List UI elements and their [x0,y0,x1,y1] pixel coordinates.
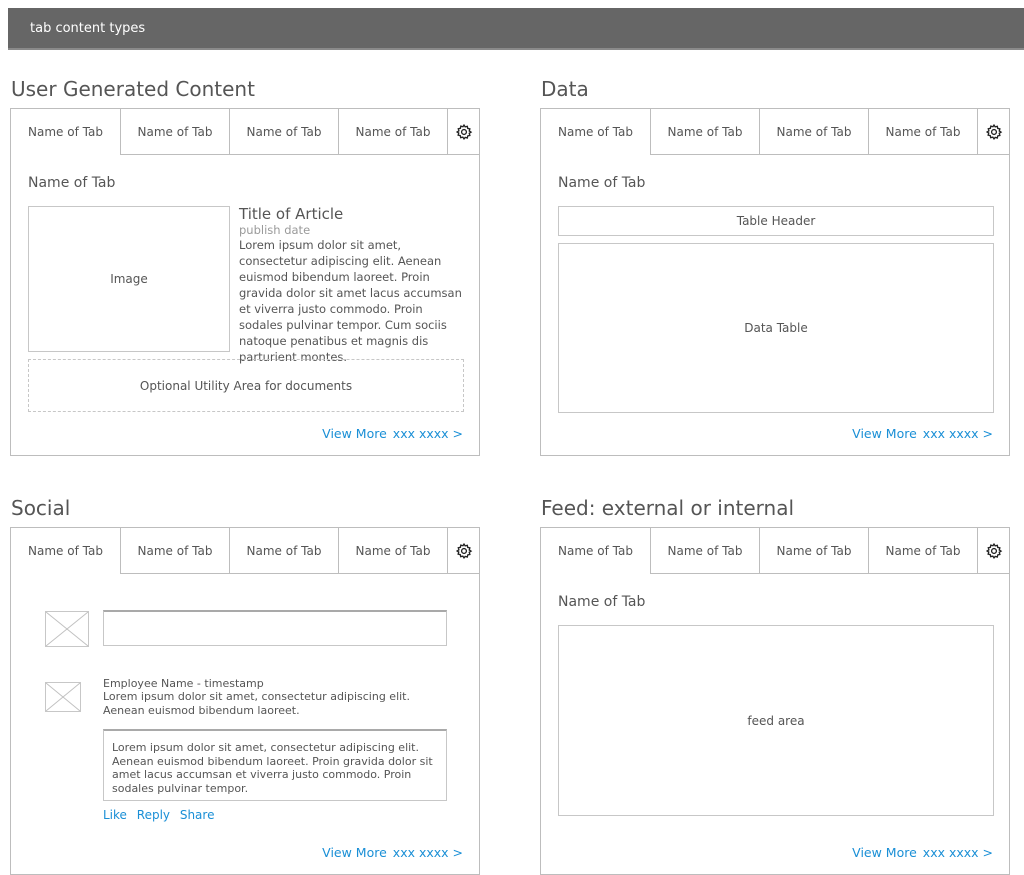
post-actions: Like Reply Share [103,808,220,822]
view-more-label: View More [322,845,387,860]
tab-2[interactable]: Name of Tab [120,528,229,574]
tab-3[interactable]: Name of Tab [759,528,868,574]
image-placeholder: Image [28,206,230,352]
tab-3[interactable]: Name of Tab [229,528,338,574]
tab-bar: Name of Tab Name of Tab Name of Tab Name… [11,528,479,574]
data-table-label: Data Table [744,321,808,335]
panel-subtitle: Name of Tab [28,175,116,191]
view-more-link[interactable]: View More xxx xxxx > [322,845,463,860]
tab-2[interactable]: Name of Tab [650,109,759,155]
view-more-link[interactable]: View More xxx xxxx > [852,426,993,441]
tab-4[interactable]: Name of Tab [338,528,447,574]
tab-2[interactable]: Name of Tab [650,528,759,574]
tab-bar: Name of Tab Name of Tab Name of Tab Name… [11,109,479,155]
panel-subtitle: Name of Tab [558,175,646,191]
publish-date: publish date [239,223,311,237]
view-more-link[interactable]: View More xxx xxxx > [322,426,463,441]
image-placeholder-icon [46,612,88,646]
reply-input[interactable]: Lorem ipsum dolor sit amet, consectetur … [103,729,447,801]
gear-icon [455,542,472,559]
app-header: tab content types [8,8,1024,50]
view-more-label: View More [852,845,917,860]
feed-panel: Name of Tab Name of Tab Name of Tab Name… [540,527,1010,875]
tab-3[interactable]: Name of Tab [229,109,338,155]
like-link[interactable]: Like [103,808,127,822]
view-more-count: xxx xxxx > [922,426,993,441]
user-avatar [45,611,89,647]
settings-button[interactable] [977,109,1009,155]
utility-area: Optional Utility Area for documents [28,359,464,412]
article-body: Lorem ipsum dolor sit amet, consectetur … [239,238,462,364]
tab-3[interactable]: Name of Tab [759,109,868,155]
reply-link[interactable]: Reply [137,808,170,822]
tab-bar: Name of Tab Name of Tab Name of Tab Name… [541,109,1009,155]
data-panel: Name of Tab Name of Tab Name of Tab Name… [540,108,1010,456]
tab-1[interactable]: Name of Tab [541,109,650,155]
gear-icon [985,542,1002,559]
table-header: Table Header [558,206,994,236]
tab-1[interactable]: Name of Tab [11,528,120,574]
article-title: Title of Article [239,205,344,223]
gear-icon [985,123,1002,140]
ugc-panel: Name of Tab Name of Tab Name of Tab Name… [10,108,480,456]
view-more-count: xxx xxxx > [922,845,993,860]
settings-button[interactable] [447,528,479,574]
image-label: Image [110,272,148,286]
post-body: Lorem ipsum dolor sit amet, consectetur … [103,690,410,717]
feed-area-label: feed area [747,713,805,728]
image-placeholder-icon [46,683,80,711]
feed-area: feed area [558,625,994,816]
section-title-social: Social [11,496,71,520]
tab-bar: Name of Tab Name of Tab Name of Tab Name… [541,528,1009,574]
page-title: tab content types [30,21,146,36]
social-panel: Name of Tab Name of Tab Name of Tab Name… [10,527,480,875]
panel-subtitle: Name of Tab [558,594,646,610]
tab-4[interactable]: Name of Tab [868,528,977,574]
gear-icon [455,123,472,140]
tab-2[interactable]: Name of Tab [120,109,229,155]
section-title-ugc: User Generated Content [11,77,255,101]
view-more-count: xxx xxxx > [392,426,463,441]
settings-button[interactable] [977,528,1009,574]
tab-1[interactable]: Name of Tab [11,109,120,155]
data-table: Data Table [558,243,994,413]
view-more-label: View More [852,426,917,441]
tab-1[interactable]: Name of Tab [541,528,650,574]
view-more-link[interactable]: View More xxx xxxx > [852,845,993,860]
tab-4[interactable]: Name of Tab [338,109,447,155]
post-input[interactable] [103,610,447,646]
section-title-data: Data [541,77,589,101]
settings-button[interactable] [447,109,479,155]
reply-text: Lorem ipsum dolor sit amet, consectetur … [112,741,433,795]
share-link[interactable]: Share [180,808,215,822]
utility-label: Optional Utility Area for documents [139,378,353,393]
section-title-feed: Feed: external or internal [541,496,795,520]
view-more-label: View More [322,426,387,441]
view-more-count: xxx xxxx > [392,845,463,860]
poster-avatar [45,682,81,712]
tab-4[interactable]: Name of Tab [868,109,977,155]
post-author-timestamp: Employee Name - timestamp [103,677,264,690]
table-header-label: Table Header [736,214,816,228]
